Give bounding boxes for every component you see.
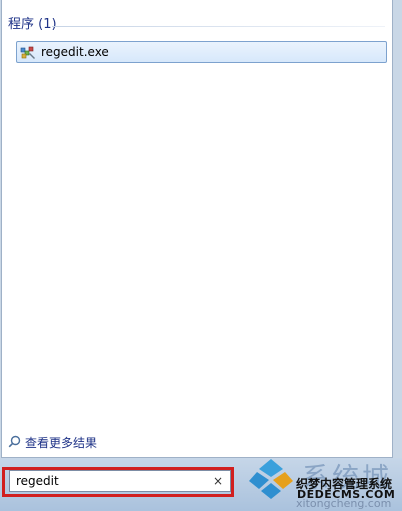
- regedit-icon: [20, 44, 36, 60]
- start-menu-results-panel: 程序 (1) regedit.exe 查看更多结果: [1, 0, 393, 458]
- search-icon: [8, 433, 21, 452]
- search-box[interactable]: ×: [9, 470, 231, 492]
- see-more-label: 查看更多结果: [25, 435, 98, 450]
- result-item-regedit[interactable]: regedit.exe: [16, 41, 387, 63]
- search-input[interactable]: [16, 471, 196, 491]
- result-item-label: regedit.exe: [41, 45, 109, 59]
- section-header-programs[interactable]: 程序 (1): [8, 14, 57, 36]
- watermark-logo-icon: [249, 459, 293, 499]
- see-more-results-link[interactable]: 查看更多结果: [8, 433, 97, 451]
- section-divider: [52, 26, 385, 27]
- clear-search-button[interactable]: ×: [211, 472, 225, 490]
- watermark-line3: xitongcheng.com: [296, 497, 392, 510]
